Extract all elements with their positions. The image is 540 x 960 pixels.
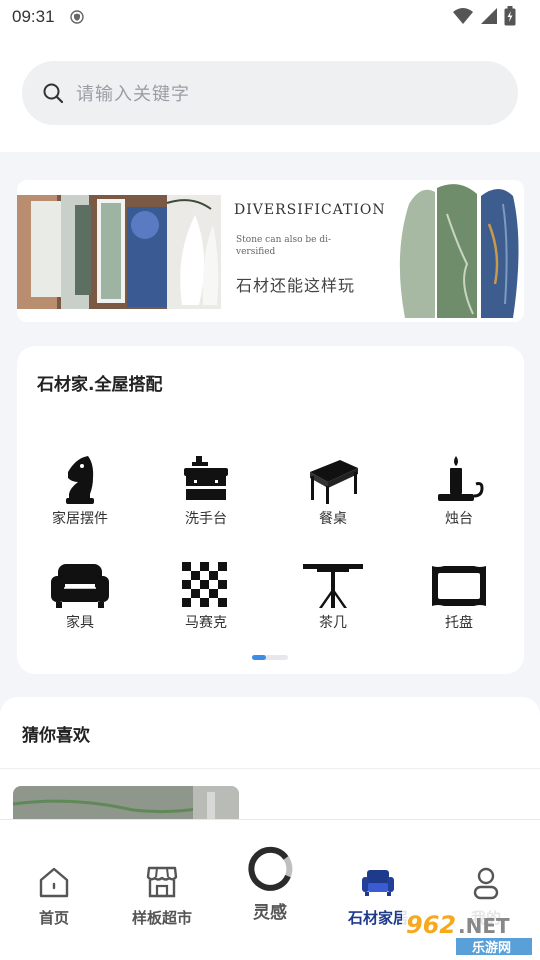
nav-home[interactable]: 首页: [0, 820, 108, 960]
nav-label-inspiration: 灵感: [253, 903, 287, 923]
app-screen: 09:31 请输入关键字 DIVERSIFICATION Stone can a…: [0, 0, 540, 960]
category-label: 餐桌: [319, 511, 347, 527]
category-candle-holder[interactable]: 烛台: [404, 452, 514, 532]
status-icons: [452, 6, 516, 26]
search-placeholder: 请输入关键字: [76, 84, 190, 105]
category-label: 家具: [66, 615, 94, 631]
divider: [0, 768, 540, 769]
category-label: 洗手台: [185, 511, 227, 527]
tray-icon: [432, 566, 486, 606]
category-card: 石材家.全屋搭配 家居摆件 洗手台 餐桌 烛台 家具 马赛克 茶几 托盘: [17, 346, 524, 674]
svg-text:乐游网: 乐游网: [472, 940, 511, 956]
status-bar: 09:31: [0, 0, 540, 34]
banner-title-cn: 石材还能这样玩: [236, 276, 356, 295]
home-icon: [39, 867, 69, 898]
inspiration-icon: [248, 846, 293, 891]
category-washbasin[interactable]: 洗手台: [151, 452, 261, 532]
svg-text:962: 962: [406, 911, 456, 939]
category-dining-table[interactable]: 餐桌: [278, 452, 388, 532]
washbasin-icon: [184, 456, 228, 500]
battery-charging-icon: [504, 6, 516, 26]
banner-title-en: DIVERSIFICATION: [234, 202, 386, 218]
pager-active-indicator: [252, 655, 266, 660]
tea-table-icon: [303, 564, 363, 608]
promo-banner[interactable]: DIVERSIFICATION Stone can also be di- ve…: [17, 180, 524, 322]
category-home-decor[interactable]: 家居摆件: [25, 452, 135, 532]
nav-label-home: 首页: [38, 909, 69, 927]
category-tea-table[interactable]: 茶几: [278, 562, 388, 642]
search-input[interactable]: 请输入关键字: [22, 61, 518, 125]
category-label: 托盘: [445, 615, 473, 631]
chess-knight-icon: [66, 456, 94, 504]
banner-subtitle-2: versified: [236, 247, 276, 257]
category-furniture[interactable]: 家具: [25, 562, 135, 642]
mosaic-icon: [182, 562, 227, 607]
header: 请输入关键字: [0, 34, 540, 152]
search-icon: [43, 83, 64, 104]
profile-icon: [473, 867, 499, 900]
sofa-icon: [51, 564, 109, 608]
status-time: 09:31: [12, 7, 55, 26]
watermark-logo: 962 .NET 乐游网: [402, 908, 534, 956]
candle-holder-icon: [438, 456, 484, 501]
signal-icon: [481, 8, 497, 24]
wifi-icon: [453, 8, 473, 24]
category-card-title: 石材家.全屋搭配: [37, 375, 163, 395]
armchair-icon: [362, 870, 394, 896]
category-label: 茶几: [319, 615, 347, 631]
banner-stone-products-image: [17, 195, 221, 309]
nav-inspiration[interactable]: 灵感: [216, 820, 324, 960]
category-tray[interactable]: 托盘: [404, 562, 514, 642]
svg-text:.NET: .NET: [458, 914, 510, 938]
category-label: 家居摆件: [52, 511, 108, 527]
banner-subtitle-1: Stone can also be di-: [236, 235, 332, 245]
shield-icon: [70, 10, 84, 24]
nav-label-sample-market: 样板超市: [131, 909, 192, 927]
category-pager: [252, 655, 288, 660]
recommend-title: 猜你喜欢: [22, 726, 90, 746]
store-icon: [146, 866, 178, 898]
category-mosaic[interactable]: 马赛克: [151, 562, 261, 642]
banner-marble-image: [399, 184, 519, 318]
category-label: 烛台: [445, 511, 473, 527]
category-label: 马赛克: [185, 615, 227, 631]
nav-sample-market[interactable]: 样板超市: [108, 820, 216, 960]
dining-table-icon: [310, 460, 358, 504]
